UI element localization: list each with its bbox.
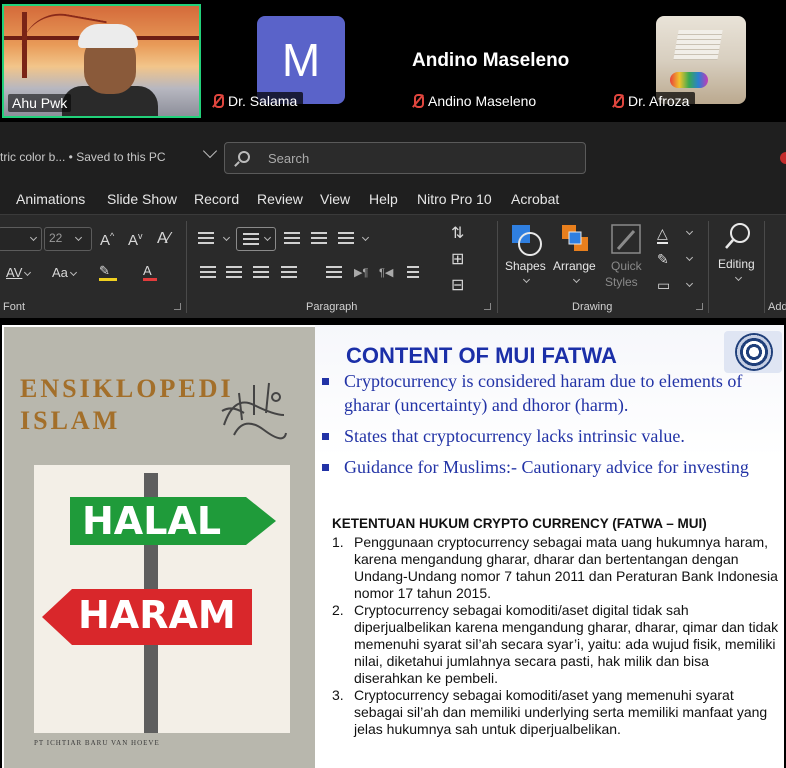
slide-canvas[interactable]: ENSIKLOPEDI ISLAM HALAL HARAM PT ICHTIAR… [2,325,784,768]
tab-record[interactable]: Record [194,191,239,207]
search-placeholder: Search [268,151,310,166]
slide-heading: CONTENT OF MUI FATWA [346,343,617,368]
smartart-icon[interactable]: ⊟ [451,275,464,295]
align-left-icon[interactable] [200,266,216,278]
rule-item: 2. Cryptocurrency sebagai komoditi/aset d… [332,602,779,686]
tab-review[interactable]: Review [257,191,303,207]
video-strip: Ahu Pwk M Dr. Salama Andino Maseleno And… [0,0,786,122]
numbering-button[interactable] [236,227,276,251]
publisher-text: PT ICHTIAR BARU VAN HOEVE [34,739,160,747]
shape-effects-icon[interactable]: ▭ [657,277,670,294]
decrease-indent-icon[interactable] [284,232,300,244]
mic-muted-icon [610,94,624,108]
line-spacing-icon[interactable] [338,232,354,244]
shape-outline-icon[interactable]: ✎ [657,251,669,268]
halal-sign-text: HALAL [82,499,222,543]
haram-sign-text: HARAM [78,593,236,637]
participant-tag-salama: Dr. Salama [206,92,304,110]
paragraph-dialog-launcher-icon[interactable] [484,303,491,310]
self-video-tile[interactable]: Ahu Pwk [2,4,201,118]
self-name-tag: Ahu Pwk [8,94,72,112]
paragraph-options-icon[interactable] [407,266,419,278]
participant-display-name: Andino Maseleno [412,50,570,71]
character-spacing-icon[interactable]: AV [6,265,32,280]
ribbon: 22 A^ Av A∕ AV Aa ✎ A Font ▶¶ ¶◀ ⇅ ⊞ ⊟ P… [0,214,786,318]
university-logo [724,331,782,373]
tab-slide-show[interactable]: Slide Show [107,191,177,207]
search-icon [238,151,250,163]
mic-muted-icon [210,94,224,108]
book-cover-image: ENSIKLOPEDI ISLAM HALAL HARAM PT ICHTIAR… [4,327,315,768]
quick-styles-icon [611,224,641,254]
align-right-icon[interactable] [253,266,269,278]
tab-animations[interactable]: Animations [16,191,85,207]
participant-name: Andino Maseleno [428,93,537,109]
font-color-icon[interactable]: A [143,263,157,281]
clear-formatting-icon[interactable]: A∕ [157,230,170,248]
rtl-icon[interactable]: ¶◀ [379,266,393,279]
chevron-down-icon[interactable] [202,143,218,159]
calligraphy-emblem-icon [221,382,287,440]
participant-name: Dr. Afroza [628,93,690,109]
font-dialog-launcher-icon[interactable] [174,303,181,310]
bullet-list: Cryptocurrency is considered haram due t… [320,369,782,486]
seal-icon [735,333,773,371]
rule-item: 3. Cryptocurrency sebagai komoditi/aset y… [332,687,768,737]
shape-fill-icon[interactable]: △ [657,225,668,244]
columns-icon[interactable] [326,266,342,278]
ltr-icon[interactable]: ▶¶ [354,266,368,279]
mic-muted-icon [410,94,424,108]
drawing-group-label: Drawing [572,301,613,313]
paragraph-group-label: Paragraph [306,301,358,313]
participant-name: Dr. Salama [228,93,298,109]
justify-icon[interactable] [281,266,297,278]
rule-item: 1. Penggunaan cryptocurrency sebagai mata… [332,534,778,601]
highlight-color-icon[interactable]: ✎ [99,263,117,281]
bullets-icon[interactable] [198,232,214,244]
tab-view[interactable]: View [320,191,350,207]
align-center-icon[interactable] [226,266,242,278]
magnifier-icon [725,223,750,249]
tab-nitro[interactable]: Nitro Pro 10 [417,191,492,207]
shapes-icon [512,225,542,256]
text-direction-icon[interactable]: ⇅ [451,223,464,243]
rules-heading: KETENTUAN HUKUM CRYPTO CURRENCY (FATWA –… [332,516,707,531]
increase-font-size-icon[interactable]: A^ [100,231,114,249]
rules-list: 1. Penggunaan cryptocurrency sebagai mata… [332,534,780,738]
tab-acrobat[interactable]: Acrobat [511,191,559,207]
change-case-icon[interactable]: Aa [52,265,77,280]
title-bar: tric color b... • Saved to this PC Searc… [0,122,786,188]
font-group-label: Font [3,301,26,313]
bullet-item: Cryptocurrency is considered haram due t… [320,369,782,417]
align-text-icon[interactable]: ⊞ [451,249,464,269]
document-title[interactable]: tric color b... • Saved to this PC [0,150,166,164]
increase-indent-icon[interactable] [311,232,327,244]
search-box[interactable]: Search [224,142,586,174]
bullet-item: Guidance for Muslims:- Cautionary advice… [320,455,782,479]
record-indicator-icon [780,152,786,164]
arrange-icon [562,225,588,251]
drawing-dialog-launcher-icon[interactable] [696,303,703,310]
add-group-label: Add [768,301,786,313]
participant-photo [656,16,746,104]
participant-tag-andino: Andino Maseleno [406,92,543,110]
font-size-dropdown[interactable]: 22 [44,227,92,251]
participant-tag-afroza: Dr. Afroza [606,92,696,110]
participant-avatar: M [257,16,345,104]
cover-title: ENSIKLOPEDI ISLAM [20,374,234,435]
font-name-dropdown[interactable] [0,227,42,251]
decrease-font-size-icon[interactable]: Av [128,231,143,249]
ribbon-tabs: Animations Slide Show Record Review View… [0,188,786,214]
tab-help[interactable]: Help [369,191,398,207]
bullet-item: States that cryptocurrency lacks intrins… [320,424,782,448]
